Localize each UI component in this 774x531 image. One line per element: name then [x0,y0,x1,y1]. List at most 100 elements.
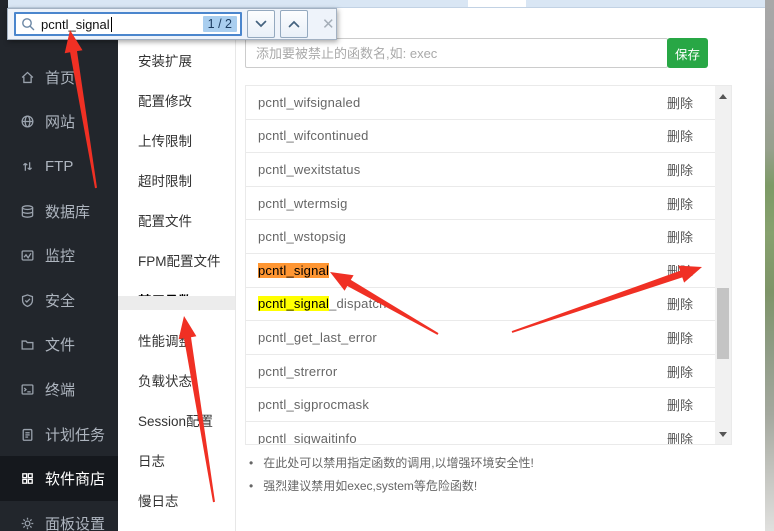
tab-load-status[interactable]: 负载状态 [118,360,235,400]
desktop-edge-strip [765,0,774,531]
submenu-separator [118,296,235,310]
terminal-icon [19,381,35,397]
delete-link[interactable]: 删除 [667,227,693,246]
delete-link[interactable]: 删除 [667,93,693,112]
sidebar-item-files[interactable]: 文件 [0,323,118,368]
sidebar-item-label: 安全 [45,292,76,310]
chevron-down-icon [255,15,267,33]
submenu-item-label: 安装扩展 [138,54,192,69]
delete-link[interactable]: 删除 [667,362,693,381]
delete-link[interactable]: 删除 [667,194,693,213]
sidebar-item-settings[interactable]: 面板设置 [0,501,118,531]
tab-session-config[interactable]: Session配置 [118,400,235,440]
tab-config-file[interactable]: 配置文件 [118,200,235,240]
submenu-item-label: 超时限制 [138,174,192,189]
delete-link[interactable]: 删除 [667,160,693,179]
tab-slow-log[interactable]: 慢日志 [118,480,235,520]
tab-fpm-config[interactable]: FPM配置文件 [118,240,235,280]
tab-config-edit[interactable]: 配置修改 [118,80,235,120]
function-name: pcntl_sigwaitinfo [258,430,357,445]
scrollbar-thumb[interactable] [717,288,729,359]
submenu-item-label: 负载状态 [138,374,192,389]
help-notes: 在此处可以禁用指定函数的调用,以增强环境安全性!强烈建议禁用如exec,syst… [249,452,534,498]
sidebar-item-cron[interactable]: 计划任务 [0,412,118,457]
sidebar-item-home[interactable]: 首页 [0,55,118,100]
tab-perf-tuning[interactable]: 性能调整 [118,320,235,360]
match-counter-badge: 1 / 2 [202,16,237,32]
delete-link[interactable]: 删除 [667,261,693,280]
browser-edge-strip [8,0,774,8]
scroll-down-button[interactable] [715,426,731,442]
function-row: pcntl_sigwaitinfo 删除 [246,422,731,445]
find-input[interactable]: pcntl_signal 1 / 2 [14,12,242,36]
scroll-up-button[interactable] [715,88,731,104]
shield-icon [19,292,35,308]
function-name: pcntl_signal [258,262,330,278]
find-highlight: pcntl_signal [258,296,330,312]
function-name: pcntl_wifcontinued [258,128,369,144]
sidebar-item-monitor[interactable]: 监控 [0,233,118,278]
sidebar-item-label: 监控 [45,248,76,266]
home-icon [19,69,35,85]
function-rows: pcntl_wifsignaled 删除 pcntl_wifcontinued … [246,86,731,445]
browser-edge-notch [468,0,526,7]
sidebar-item-label: FTP [45,157,74,175]
function-row: pcntl_wexitstatus 删除 [246,153,731,187]
find-highlight: pcntl_signal [258,262,330,278]
function-row: pcntl_signal 删除 [246,254,731,288]
sidebar-item-label: 终端 [45,381,76,399]
function-name: pcntl_signal_dispatch [258,296,387,312]
add-function-input[interactable] [245,38,668,68]
scrollbar[interactable] [715,86,731,444]
submenu-item-label: 日志 [138,454,165,469]
sidebar-item-ftp[interactable]: FTP [0,144,118,189]
sidebar-item-label: 网站 [45,114,76,132]
submenu-item-label: 配置文件 [138,214,192,229]
sidebar-item-label: 软件商店 [45,471,106,489]
save-button[interactable]: 保存 [667,38,708,68]
find-previous-button[interactable] [280,10,308,38]
sidebar-item-label: 面板设置 [45,515,106,531]
sidebar-item-terminal[interactable]: 终端 [0,367,118,412]
sidebar-item-database[interactable]: 数据库 [0,189,118,234]
sidebar-item-label: 计划任务 [45,426,106,444]
tab-upload-limit[interactable]: 上传限制 [118,120,235,160]
folder-icon [19,337,35,353]
submenu-item-label: 上传限制 [138,134,192,149]
submenu-item-label: FPM配置文件 [138,254,221,269]
triangle-down-icon [719,431,727,437]
search-icon [21,17,35,31]
help-note: 在此处可以禁用指定函数的调用,以增强环境安全性! [249,452,534,475]
tab-timeout-limit[interactable]: 超时限制 [118,160,235,200]
delete-link[interactable]: 删除 [667,294,693,313]
delete-link[interactable]: 删除 [667,429,693,444]
submenu-item-label: 配置修改 [138,94,192,109]
delete-link[interactable]: 删除 [667,395,693,414]
sidebar-item-appstore[interactable]: 软件商店 [0,456,118,501]
monitor-icon [19,248,35,264]
chevron-up-icon [288,15,300,33]
tab-install-ext[interactable]: 安装扩展 [118,40,235,80]
tab-log[interactable]: 日志 [118,440,235,480]
disabled-function-list: pcntl_wifsignaled 删除 pcntl_wifcontinued … [245,85,732,445]
browser-find-bar: pcntl_signal 1 / 2 ✕ [7,8,337,40]
function-name: pcntl_wstopsig [258,229,347,245]
close-icon[interactable]: ✕ [322,15,335,33]
function-name: pcntl_strerror [258,363,338,379]
gear-icon [19,515,35,531]
sidebar-item-security[interactable]: 安全 [0,278,118,323]
transfer-icon [19,158,35,174]
delete-link[interactable]: 删除 [667,328,693,347]
help-note: 强烈建议禁用如exec,system等危险函数! [249,475,534,498]
sidebar-item-site[interactable]: 网站 [0,100,118,145]
find-query-text: pcntl_signal [41,16,110,32]
function-row: pcntl_wtermsig 删除 [246,187,731,221]
database-icon [19,203,35,219]
function-row: pcntl_strerror 删除 [246,355,731,389]
sidebar-item-label: 首页 [45,69,76,87]
app-window: 首页 网站 FTP 数据库 监控 安全 文件 终端 计划任务 软件商店 面板设置… [0,0,774,531]
find-next-button[interactable] [247,10,275,38]
php-settings-tab-menu: 服务 安装扩展 配置修改 上传限制 超时限制 配置文件 FPM配置文件 禁用函数… [118,0,236,531]
function-name: pcntl_sigprocmask [258,397,370,413]
delete-link[interactable]: 删除 [667,126,693,145]
